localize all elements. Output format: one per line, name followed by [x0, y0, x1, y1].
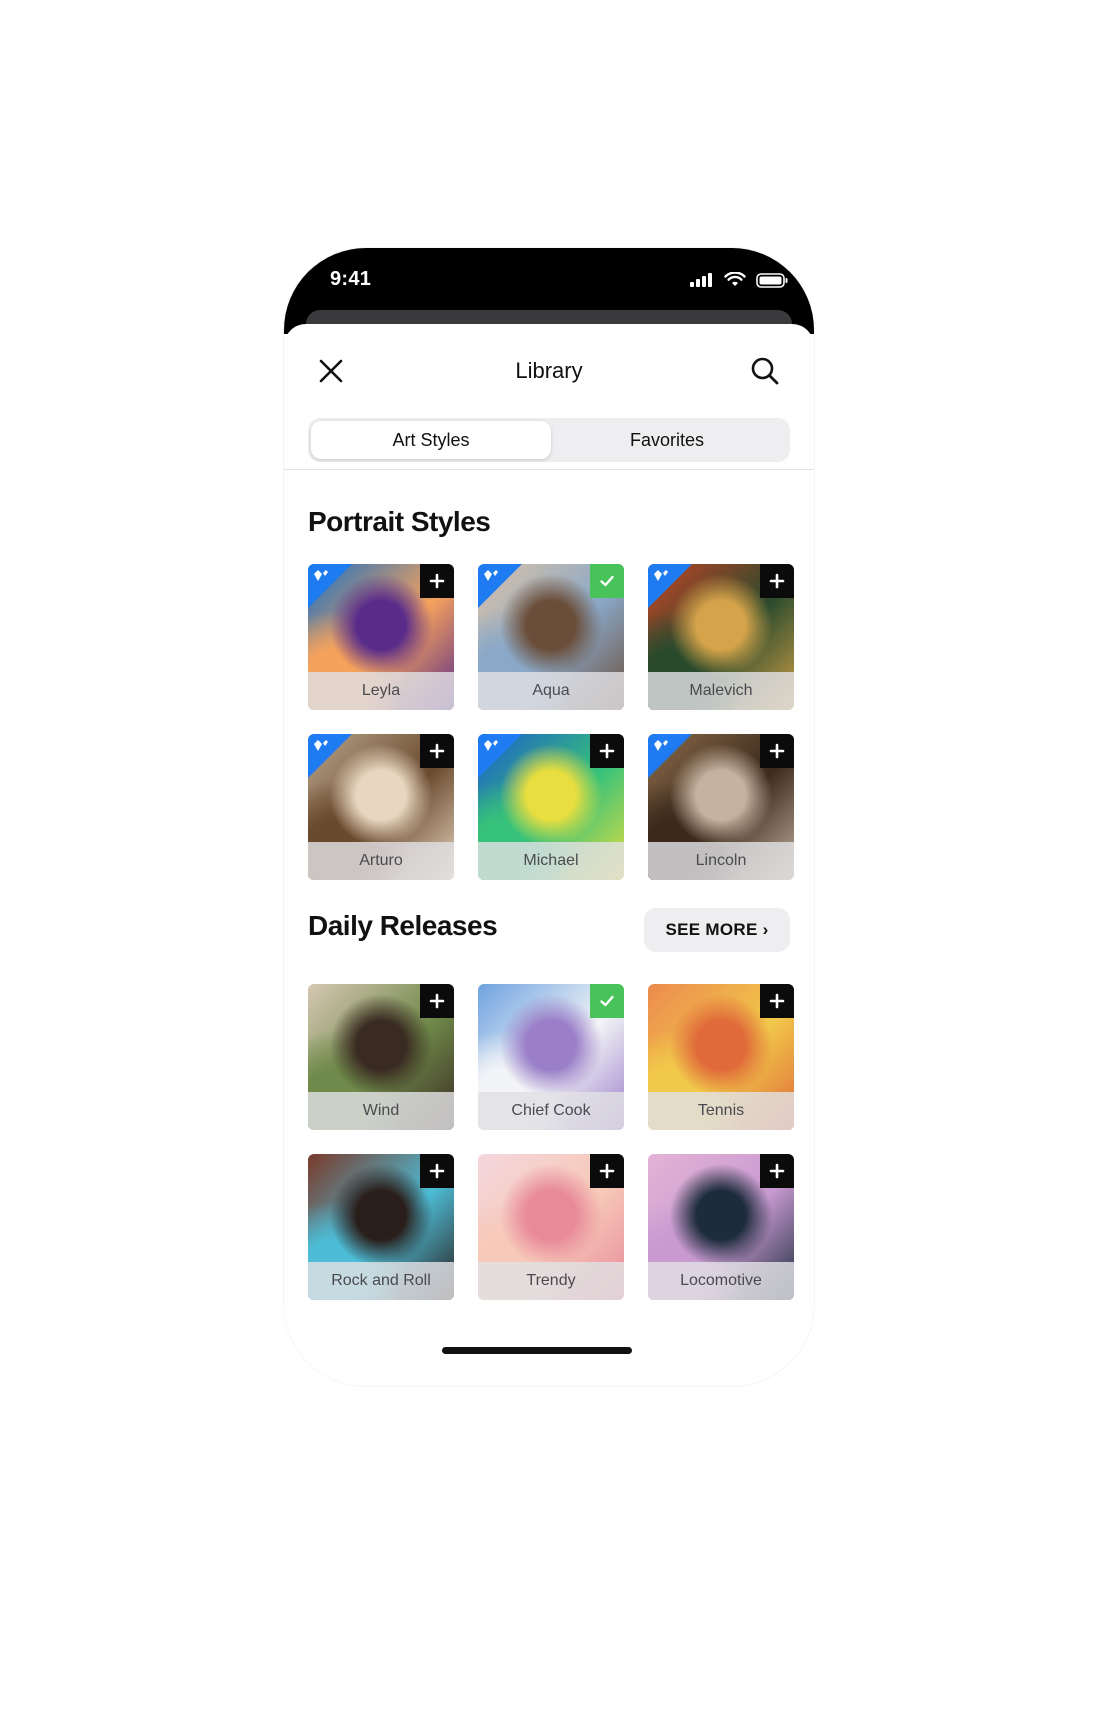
page-title: Library — [515, 358, 583, 383]
plus-icon — [769, 573, 785, 589]
add-button[interactable] — [760, 564, 794, 598]
style-label: Tennis — [648, 1092, 794, 1130]
style-card-michael[interactable]: Michael — [478, 734, 624, 880]
daily-releases-grid: Wind Chief Cook Tennis Rock and Roll Trendy L… — [308, 984, 794, 1300]
add-button[interactable] — [420, 984, 454, 1018]
style-card-locomotive[interactable]: Locomotive — [648, 1154, 794, 1300]
style-card-tennis[interactable]: Tennis — [648, 984, 794, 1130]
battery-icon — [756, 272, 788, 288]
add-button[interactable] — [420, 734, 454, 768]
add-button[interactable] — [760, 1154, 794, 1188]
diamond-icon — [484, 570, 498, 581]
plus-icon — [429, 573, 445, 589]
segmented-control: Art Styles Favorites — [308, 418, 790, 462]
style-label: Rock and Roll — [308, 1262, 454, 1300]
plus-icon — [429, 1163, 445, 1179]
style-card-rock-and-roll[interactable]: Rock and Roll — [308, 1154, 454, 1300]
phone-frame: 9:41 Library Art Styles Favorites Portra… — [284, 248, 814, 1386]
add-button[interactable] — [590, 1154, 624, 1188]
style-label: Locomotive — [648, 1262, 794, 1300]
style-card-lincoln[interactable]: Lincoln — [648, 734, 794, 880]
tab-art-styles[interactable]: Art Styles — [311, 421, 551, 459]
nav-bar: Library — [284, 324, 814, 414]
added-badge[interactable] — [590, 564, 624, 598]
style-card-wind[interactable]: Wind — [308, 984, 454, 1130]
plus-icon — [769, 743, 785, 759]
search-icon[interactable] — [750, 356, 780, 386]
style-card-trendy[interactable]: Trendy — [478, 1154, 624, 1300]
plus-icon — [769, 1163, 785, 1179]
status-icons — [690, 272, 788, 288]
style-label: Arturo — [308, 842, 454, 880]
daily-releases-title: Daily Releases — [308, 910, 498, 941]
diamond-icon — [314, 570, 328, 581]
style-label: Chief Cook — [478, 1092, 624, 1130]
diamond-icon — [654, 570, 668, 581]
divider — [284, 469, 814, 470]
add-button[interactable] — [420, 564, 454, 598]
style-card-aqua[interactable]: Aqua — [478, 564, 624, 710]
checkmark-icon — [600, 575, 614, 587]
style-card-malevich[interactable]: Malevich — [648, 564, 794, 710]
plus-icon — [599, 1163, 615, 1179]
style-card-arturo[interactable]: Arturo — [308, 734, 454, 880]
status-time: 9:41 — [330, 268, 372, 290]
plus-icon — [429, 993, 445, 1009]
portrait-styles-grid: Leyla Aqua Malevich Arturo Michael Lincoln — [308, 564, 794, 880]
plus-icon — [429, 743, 445, 759]
style-label: Leyla — [308, 672, 454, 710]
style-label: Malevich — [648, 672, 794, 710]
diamond-icon — [314, 740, 328, 751]
library-sheet: Library Art Styles Favorites Portrait St… — [284, 324, 814, 1386]
checkmark-icon — [600, 995, 614, 1007]
tab-favorites[interactable]: Favorites — [547, 421, 787, 459]
style-label: Lincoln — [648, 842, 794, 880]
portrait-styles-title: Portrait Styles — [308, 506, 491, 537]
plus-icon — [599, 743, 615, 759]
wifi-icon — [724, 272, 746, 286]
add-button[interactable] — [760, 984, 794, 1018]
cellular-signal-icon — [690, 273, 712, 287]
home-indicator — [442, 1347, 632, 1354]
style-label: Trendy — [478, 1262, 624, 1300]
diamond-icon — [654, 740, 668, 751]
style-label: Michael — [478, 842, 624, 880]
style-card-leyla[interactable]: Leyla — [308, 564, 454, 710]
add-button[interactable] — [760, 734, 794, 768]
added-badge[interactable] — [590, 984, 624, 1018]
add-button[interactable] — [590, 734, 624, 768]
style-card-chief-cook[interactable]: Chief Cook — [478, 984, 624, 1130]
style-label: Wind — [308, 1092, 454, 1130]
plus-icon — [769, 993, 785, 1009]
add-button[interactable] — [420, 1154, 454, 1188]
style-label: Aqua — [478, 672, 624, 710]
diamond-icon — [484, 740, 498, 751]
see-more-button[interactable]: SEE MORE › — [644, 908, 790, 952]
